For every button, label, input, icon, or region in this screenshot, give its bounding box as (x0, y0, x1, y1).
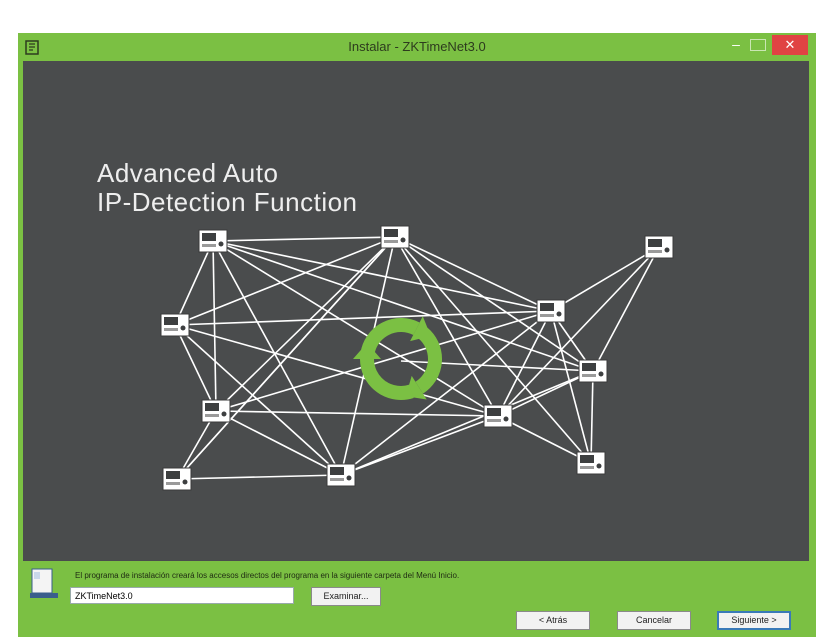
network-device-icon (380, 225, 410, 249)
network-device-icon (160, 313, 190, 337)
start-menu-folder-input[interactable] (70, 587, 294, 604)
network-device-icon (198, 229, 228, 253)
next-button[interactable]: Siguiente > (717, 611, 791, 630)
window-title: Instalar - ZKTimeNet3.0 (348, 39, 486, 54)
network-device-icon (536, 299, 566, 323)
network-device-icon (162, 467, 192, 491)
info-text: El programa de instalación creará los ac… (75, 571, 460, 580)
back-button[interactable]: < Atrás (516, 611, 590, 630)
footer-panel: El programa de instalación creará los ac… (18, 561, 816, 637)
network-device-icon (644, 235, 674, 259)
maximize-icon[interactable] (750, 39, 766, 51)
shortcut-folder-icon (30, 568, 58, 598)
headline-line-2: IP-Detection Function (97, 187, 358, 217)
network-device-icon (201, 399, 231, 423)
network-device-icon (578, 359, 608, 383)
headline-line-1: Advanced Auto (97, 158, 279, 188)
network-device-icon (326, 463, 356, 487)
feature-banner: Advanced Auto IP-Detection Function (23, 61, 809, 561)
feature-headline: Advanced Auto IP-Detection Function (97, 159, 358, 217)
network-device-icon (483, 404, 513, 428)
close-icon[interactable]: ✕ (772, 35, 808, 55)
network-device-icon (576, 451, 606, 475)
minimize-icon[interactable]: – (728, 37, 744, 53)
network-diagram (160, 225, 674, 491)
installer-window: Instalar - ZKTimeNet3.0 – ✕ Advanced Aut… (18, 33, 816, 637)
title-bar[interactable]: Instalar - ZKTimeNet3.0 – ✕ (18, 33, 816, 61)
cancel-button[interactable]: Cancelar (617, 611, 691, 630)
browse-button[interactable]: Examinar... (311, 587, 381, 606)
